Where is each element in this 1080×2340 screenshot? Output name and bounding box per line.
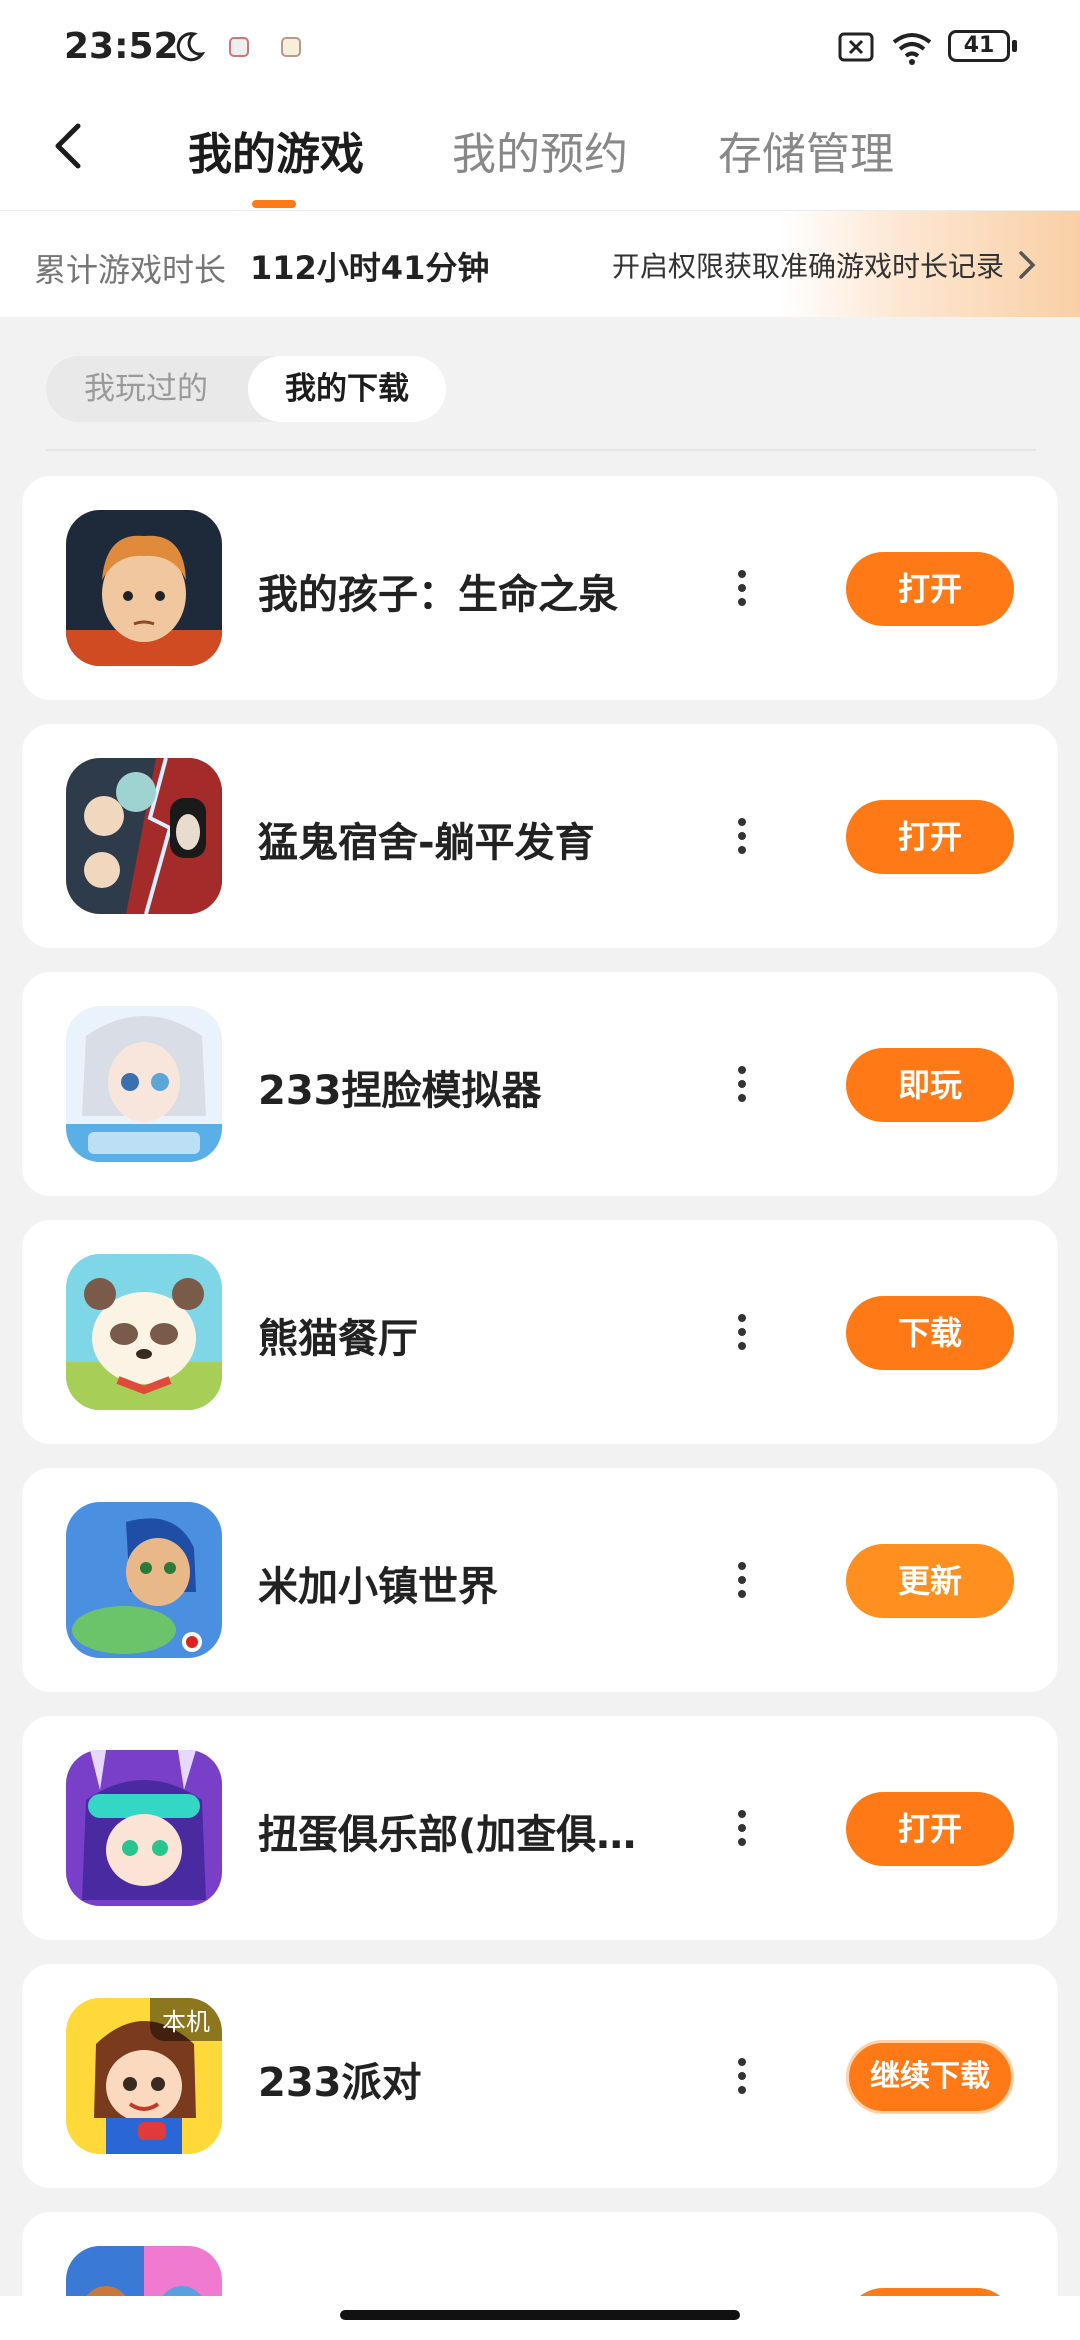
game-name: 233派对 <box>258 2060 422 2106</box>
more-options-icon[interactable] <box>722 1308 762 1356</box>
more-options-icon[interactable] <box>722 812 762 860</box>
game-card[interactable]: 猛鬼宿舍-躺平发育 打开 <box>22 724 1058 948</box>
anime-girl-icon[interactable] <box>66 1006 222 1162</box>
segment-control: 我玩过的 我的下载 <box>46 356 446 422</box>
game-name: 233捏脸模拟器 <box>258 1068 542 1114</box>
playtime-banner[interactable]: 累计游戏时长 112小时41分钟 开启权限获取准确游戏时长记录 <box>0 211 1080 317</box>
game-card[interactable]: 233捏脸模拟器 即玩 <box>22 972 1058 1196</box>
game-name: 米加小镇世界 <box>258 1564 498 1610</box>
game-card[interactable]: 本机 233派对 继续下载 <box>22 1964 1058 2188</box>
moon-icon <box>176 32 206 62</box>
game-card[interactable]: 米加小镇世界 更新 <box>22 1468 1058 1692</box>
open-button[interactable]: 打开 <box>846 1792 1014 1866</box>
ghost-dorm-icon[interactable] <box>66 758 222 914</box>
instant-play-button[interactable]: 即玩 <box>846 1048 1014 1122</box>
download-button[interactable]: 下载 <box>846 1296 1014 1370</box>
more-options-icon[interactable] <box>722 1060 762 1108</box>
app-notification-icon <box>229 37 249 57</box>
game-name: 我的孩子：生命之泉 <box>258 572 618 618</box>
no-sim-icon <box>838 32 874 62</box>
more-options-icon[interactable] <box>722 1556 762 1604</box>
panda-icon[interactable] <box>66 1254 222 1410</box>
boy-portrait-icon[interactable] <box>66 510 222 666</box>
status-time: 23:52 <box>64 26 179 67</box>
gacha-girl-icon[interactable] <box>66 1750 222 1906</box>
tab-my-reservations[interactable]: 我的预约 <box>452 118 628 182</box>
battery-tip <box>1012 40 1017 52</box>
party-kid-icon[interactable]: 本机 <box>66 1998 222 2154</box>
playtime-label: 累计游戏时长 <box>34 251 227 289</box>
battery-icon: 41 <box>948 30 1010 62</box>
segment-downloads[interactable]: 我的下载 <box>248 356 446 422</box>
more-options-icon[interactable] <box>722 564 762 612</box>
game-name: 扭蛋俱乐部(加查俱… <box>258 1812 637 1858</box>
wifi-icon <box>892 33 932 65</box>
permission-link[interactable]: 开启权限获取准确游戏时长记录 <box>612 245 1004 285</box>
open-button[interactable]: 打开 <box>846 800 1014 874</box>
more-options-icon[interactable] <box>722 1804 762 1852</box>
continue-download-button[interactable]: 继续下载 <box>846 2040 1014 2114</box>
game-card[interactable]: 熊猫餐厅 下载 <box>22 1220 1058 1444</box>
more-options-icon[interactable] <box>722 2052 762 2100</box>
local-badge: 本机 <box>150 1998 222 2041</box>
game-name: 猛鬼宿舍-躺平发育 <box>258 820 595 866</box>
game-card[interactable]: 扭蛋俱乐部(加查俱… 打开 <box>22 1716 1058 1940</box>
open-button[interactable]: 打开 <box>846 552 1014 626</box>
playtime-value: 112小时41分钟 <box>250 249 490 287</box>
top-navigation: 我的游戏 我的预约 存储管理 <box>0 96 1080 211</box>
app-notification-icon <box>281 37 301 57</box>
divider <box>46 449 1036 451</box>
chevron-right-icon <box>1019 251 1036 279</box>
status-bar: 23:52 41 <box>0 0 1080 96</box>
game-name: 熊猫餐厅 <box>258 1316 418 1362</box>
tab-my-games[interactable]: 我的游戏 <box>188 118 364 182</box>
game-card[interactable]: 我的孩子：生命之泉 打开 <box>22 476 1058 700</box>
segment-played[interactable]: 我玩过的 <box>46 356 246 422</box>
miga-town-icon[interactable] <box>66 1502 222 1658</box>
battery-level: 41 <box>963 33 995 58</box>
update-button[interactable]: 更新 <box>846 1544 1014 1618</box>
home-indicator[interactable] <box>340 2310 740 2320</box>
active-tab-indicator <box>252 200 296 208</box>
back-arrow-icon[interactable] <box>40 116 100 176</box>
tab-storage-management[interactable]: 存储管理 <box>718 118 894 182</box>
